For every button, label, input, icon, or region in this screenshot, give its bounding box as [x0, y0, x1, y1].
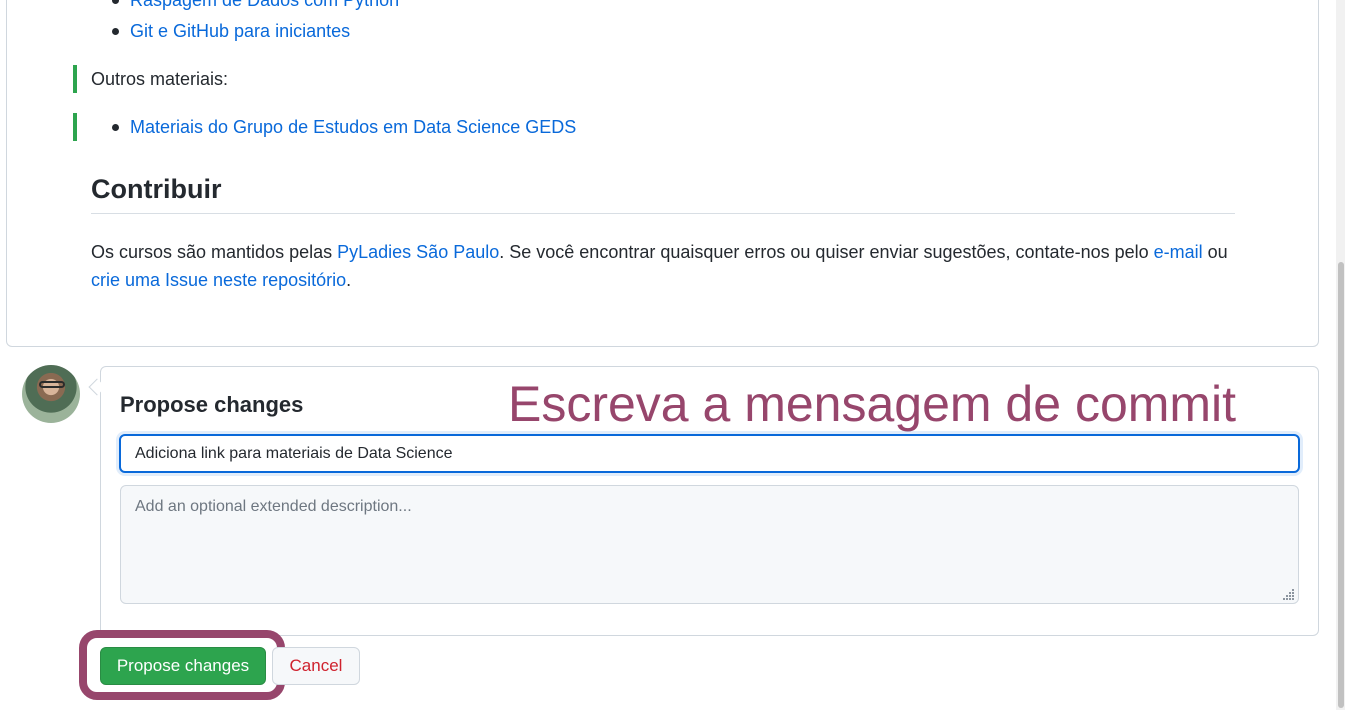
link-git-github[interactable]: Git e GitHub para iniciantes: [130, 20, 350, 42]
scrollbar-thumb[interactable]: [1338, 262, 1344, 708]
avatar-glasses: [39, 381, 65, 388]
contribute-text: Os cursos são mantidos pelas: [91, 242, 338, 262]
commit-description-textarea[interactable]: [120, 485, 1299, 604]
added-line-marker: [73, 113, 77, 141]
commit-message-input[interactable]: [119, 434, 1300, 473]
link-create-issue[interactable]: crie uma Issue neste repositório: [91, 270, 346, 290]
contribute-text: .: [346, 270, 352, 290]
resize-grip-icon[interactable]: [1283, 589, 1295, 601]
contribute-text: . Se você encontrar quaisquer erros ou q…: [499, 242, 1154, 262]
user-avatar[interactable]: [22, 365, 80, 423]
contribute-text: ou: [1202, 242, 1228, 262]
bullet-icon: [112, 124, 119, 131]
bullet-icon: [112, 28, 119, 35]
added-line-marker: [73, 65, 77, 93]
link-email[interactable]: e-mail: [1154, 242, 1203, 262]
commit-form-title: Propose changes: [120, 392, 304, 417]
link-raspagem-dados[interactable]: Raspagem de Dados com Python: [130, 0, 399, 11]
tutorial-annotation: Escreva a mensagem de commit: [508, 376, 1237, 432]
contribute-paragraph: Os cursos são mantidos pelas PyLadies Sã…: [91, 238, 1231, 294]
propose-changes-button[interactable]: Propose changes: [100, 647, 266, 685]
contribute-heading: Contribuir: [91, 174, 222, 204]
heading-divider: [91, 213, 1235, 214]
other-materials-label: Outros materiais:: [91, 69, 229, 89]
link-pyladies[interactable]: PyLadies São Paulo: [337, 242, 499, 262]
link-materiais-geds[interactable]: Materiais do Grupo de Estudos em Data Sc…: [130, 116, 576, 138]
cancel-button[interactable]: Cancel: [272, 647, 360, 685]
